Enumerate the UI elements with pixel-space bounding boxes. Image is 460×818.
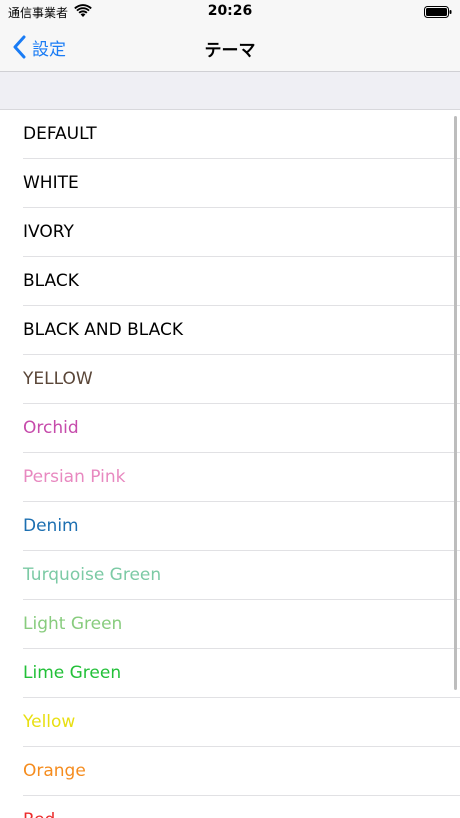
theme-label: WHITE xyxy=(23,173,79,193)
section-header xyxy=(0,72,460,110)
theme-label: BLACK xyxy=(23,271,79,291)
theme-row[interactable]: Orange xyxy=(0,747,460,796)
theme-label: IVORY xyxy=(23,222,74,242)
theme-label: YELLOW xyxy=(23,369,93,389)
theme-label: DEFAULT xyxy=(23,124,97,144)
theme-label: Orange xyxy=(23,761,86,781)
screen: 通信事業者 20:26 設定 テーマ DEFAULT WHITE IVORY B… xyxy=(0,0,460,818)
theme-row[interactable]: WHITE xyxy=(0,159,460,208)
theme-row[interactable]: YELLOW xyxy=(0,355,460,404)
theme-row[interactable]: DEFAULT xyxy=(0,110,460,159)
theme-row[interactable]: Denim xyxy=(0,502,460,551)
theme-row[interactable]: Persian Pink xyxy=(0,453,460,502)
navigation-bar: 設定 テーマ xyxy=(0,24,460,72)
theme-row[interactable]: Orchid xyxy=(0,404,460,453)
theme-row[interactable]: IVORY xyxy=(0,208,460,257)
theme-label: Persian Pink xyxy=(23,467,126,487)
theme-row[interactable]: Turquoise Green xyxy=(0,551,460,600)
theme-label: Orchid xyxy=(23,418,79,438)
theme-label: Yellow xyxy=(23,712,76,732)
status-time: 20:26 xyxy=(207,3,253,19)
theme-label: Lime Green xyxy=(23,663,122,683)
battery-icon xyxy=(424,6,452,18)
theme-list: DEFAULT WHITE IVORY BLACK BLACK AND BLAC… xyxy=(0,110,460,818)
scroll-indicator[interactable] xyxy=(454,116,457,690)
theme-label: Red xyxy=(23,810,55,818)
theme-label: Light Green xyxy=(23,614,123,634)
status-bar: 通信事業者 20:26 xyxy=(0,0,460,24)
theme-row[interactable]: Lime Green xyxy=(0,649,460,698)
theme-label: Denim xyxy=(23,516,79,536)
theme-row[interactable]: Red xyxy=(0,796,460,818)
theme-row[interactable]: BLACK AND BLACK xyxy=(0,306,460,355)
page-title: テーマ xyxy=(204,41,256,61)
theme-row[interactable]: Light Green xyxy=(0,600,460,649)
theme-label: Turquoise Green xyxy=(23,565,162,585)
theme-row[interactable]: Yellow xyxy=(0,698,460,747)
theme-label: BLACK AND BLACK xyxy=(23,320,183,340)
theme-row[interactable]: BLACK xyxy=(0,257,460,306)
